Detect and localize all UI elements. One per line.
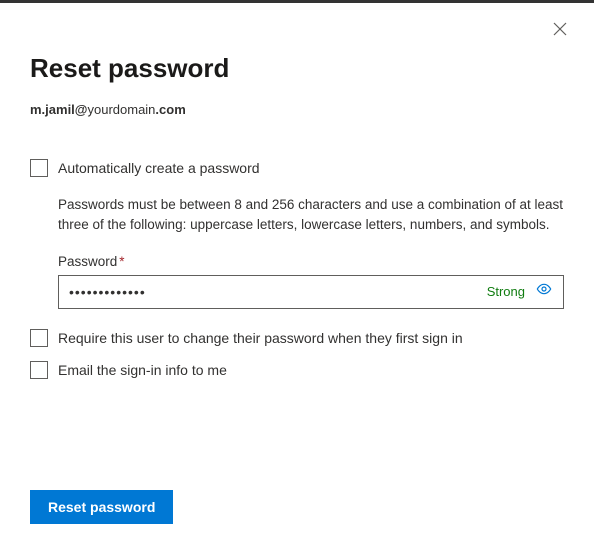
email-info-row: Email the sign-in info to me: [30, 361, 564, 379]
reveal-password-button[interactable]: [535, 283, 553, 301]
email-suffix: .com: [155, 102, 185, 117]
password-input[interactable]: [69, 284, 487, 300]
password-label: Password: [58, 254, 117, 269]
user-email: m.jamil@yourdomain.com: [30, 102, 564, 117]
reset-password-button[interactable]: Reset password: [30, 490, 173, 524]
require-change-row: Require this user to change their passwo…: [30, 329, 564, 347]
require-change-checkbox[interactable]: [30, 329, 48, 347]
password-label-row: Password*: [58, 254, 564, 269]
close-icon: [553, 22, 567, 41]
page-title: Reset password: [30, 53, 564, 84]
dialog-content: Reset password m.jamil@yourdomain.com Au…: [0, 3, 594, 423]
email-info-label[interactable]: Email the sign-in info to me: [58, 362, 227, 378]
eye-icon: [536, 281, 552, 302]
auto-create-row: Automatically create a password: [30, 159, 564, 177]
close-button[interactable]: [544, 15, 576, 47]
auto-create-checkbox[interactable]: [30, 159, 48, 177]
email-prefix: m.jamil@: [30, 102, 87, 117]
password-strength: Strong: [487, 284, 525, 299]
email-domain: yourdomain: [87, 102, 155, 117]
require-change-label[interactable]: Require this user to change their passwo…: [58, 330, 463, 346]
required-mark: *: [119, 254, 124, 269]
email-info-checkbox[interactable]: [30, 361, 48, 379]
password-input-wrap: Strong: [58, 275, 564, 309]
bottom-options: Require this user to change their passwo…: [30, 329, 564, 379]
password-hint: Passwords must be between 8 and 256 char…: [58, 195, 564, 236]
auto-create-label[interactable]: Automatically create a password: [58, 160, 260, 176]
